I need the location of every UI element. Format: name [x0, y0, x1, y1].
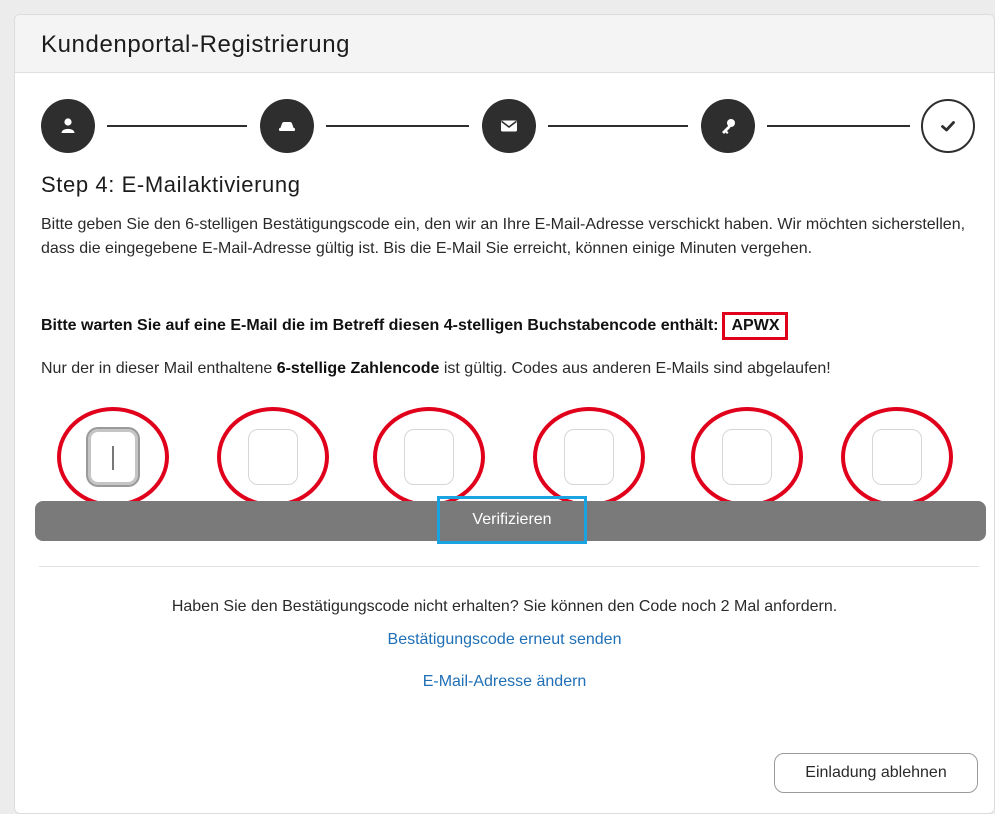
progress-stepper — [15, 95, 994, 157]
code-digit-input-4[interactable] — [564, 429, 614, 485]
code-digit-slot-1 — [57, 407, 169, 507]
step-complete — [921, 99, 975, 153]
subject-code-notice: Bitte warten Sie auf eine E-Mail die im … — [41, 312, 789, 340]
step-connector — [767, 125, 910, 127]
page-title: Kundenportal-Registrierung — [41, 31, 351, 58]
code-hint: Nur der in dieser Mail enthaltene 6-stel… — [41, 357, 941, 381]
step-password — [701, 99, 755, 153]
hint-bold: 6-stellige Zahlencode — [276, 360, 440, 377]
intro-text: Bitte geben Sie den 6-stelligen Bestätig… — [41, 216, 966, 257]
decline-invitation-button[interactable]: Einladung ablehnen — [774, 753, 978, 793]
card-header: Kundenportal-Registrierung — [15, 15, 994, 73]
step-connector — [326, 125, 469, 127]
key-icon — [722, 119, 735, 134]
code-digit-slot-3 — [373, 407, 485, 507]
verify-button[interactable]: Verifizieren — [437, 496, 587, 544]
code-digit-input-1[interactable] — [88, 429, 138, 485]
step-vehicle — [260, 99, 314, 153]
resend-info: Haben Sie den Bestätigungscode nicht erh… — [171, 598, 838, 615]
envelope-icon — [501, 120, 517, 132]
code-digit-input-2[interactable] — [248, 429, 298, 485]
code-digit-slot-2 — [217, 407, 329, 507]
check-icon — [941, 121, 955, 132]
subject-code-label: Bitte warten Sie auf eine E-Mail die im … — [41, 317, 719, 334]
hint-suffix: ist gültig. Codes aus anderen E-Mails si… — [439, 360, 831, 377]
step-user — [41, 99, 95, 153]
change-email-link[interactable]: E-Mail-Adresse ändern — [15, 673, 994, 691]
text-cursor — [112, 446, 114, 470]
resend-code-link[interactable]: Bestätigungscode erneut senden — [15, 631, 994, 649]
user-icon — [61, 118, 75, 133]
subject-code: APWX — [722, 312, 789, 340]
hint-prefix: Nur der in dieser Mail enthaltene — [41, 360, 277, 377]
step-connector — [548, 125, 688, 127]
code-digit-slot-5 — [691, 407, 803, 507]
code-digit-input-6[interactable] — [872, 429, 922, 485]
registration-card: Kundenportal-Registrierung Step 4: E-Mai… — [14, 14, 995, 814]
divider — [39, 566, 979, 567]
step-email — [482, 99, 536, 153]
code-digit-input-5[interactable] — [722, 429, 772, 485]
car-icon — [279, 122, 295, 131]
code-digit-slot-6 — [841, 407, 953, 507]
step-title: Step 4: E-Mailaktivierung — [41, 172, 301, 197]
code-digit-input-3[interactable] — [404, 429, 454, 485]
code-digit-slot-4 — [533, 407, 645, 507]
step-connector — [107, 125, 247, 127]
